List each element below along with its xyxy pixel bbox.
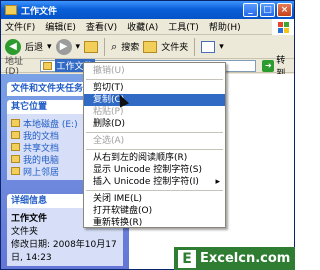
- menu-item-copy[interactable]: 复制(C): [84, 94, 225, 106]
- windows-logo-icon: [272, 19, 294, 35]
- details-modified: 修改日期: 2008年10月17日, 14:23: [11, 240, 117, 263]
- folders-button-label[interactable]: 文件夹: [161, 40, 188, 53]
- window-title: 工作文件: [21, 6, 58, 17]
- search-button-label[interactable]: 搜索: [121, 40, 139, 53]
- folder-icon: [5, 5, 17, 15]
- menu-item-delete[interactable]: 删除(D): [84, 118, 225, 130]
- menu-item-rtl[interactable]: 从右到左的阅读顺序(R): [84, 152, 225, 164]
- back-dropdown-icon[interactable]: ▾: [47, 42, 52, 52]
- forward-dropdown-icon[interactable]: ▾: [76, 42, 81, 52]
- menu-file[interactable]: 文件(F): [5, 20, 35, 33]
- up-folder-icon[interactable]: [84, 40, 99, 53]
- menu-item-paste[interactable]: 粘贴(P): [84, 106, 225, 118]
- go-arrow-icon: ➜: [262, 59, 275, 72]
- search-icon[interactable]: ⌕: [111, 40, 117, 54]
- folder-icon: [42, 61, 52, 70]
- views-icon[interactable]: [201, 40, 216, 53]
- folder-icon: [11, 143, 20, 151]
- menu-item-cut[interactable]: 剪切(T): [84, 82, 225, 94]
- menu-item-close-ime[interactable]: 关闭 IME(L): [84, 193, 225, 205]
- computer-icon: [11, 155, 20, 163]
- menu-view[interactable]: 查看(V): [86, 20, 117, 33]
- menu-edit[interactable]: 编辑(E): [45, 20, 76, 33]
- menu-separator: [86, 190, 223, 191]
- menu-bar: 文件(F) 编辑(E) 查看(V) 收藏(A) 工具(T) 帮助(H): [1, 19, 294, 35]
- folders-icon[interactable]: [143, 40, 158, 53]
- site-logo-icon: E: [178, 249, 196, 268]
- menu-separator: [86, 149, 223, 150]
- close-button[interactable]: ×: [277, 3, 292, 17]
- disk-icon: [11, 119, 20, 127]
- menu-item-insert-unicode[interactable]: 插入 Unicode 控制字符(I) ▸: [84, 176, 225, 188]
- site-watermark: E Excelcn.com: [174, 247, 295, 270]
- submenu-arrow-icon: ▸: [215, 177, 220, 187]
- folder-icon: [11, 131, 20, 139]
- back-arrow-icon[interactable]: ◀: [5, 38, 21, 55]
- menu-item-reconvert[interactable]: 重新转换(R): [84, 217, 225, 229]
- menu-item-undo[interactable]: 撤销(U): [84, 65, 225, 77]
- menu-item-soft-keyboard[interactable]: 打开软键盘(O): [84, 205, 225, 217]
- forward-arrow-icon[interactable]: ▶: [55, 38, 72, 55]
- menu-tools[interactable]: 工具(T): [168, 20, 199, 33]
- toolbar: ◀ 后退 ▾ ▶ ▾ ⌕ 搜索 文件夹 ▾: [1, 35, 294, 59]
- menu-separator: [86, 79, 223, 80]
- menu-separator: [86, 132, 223, 133]
- menu-help[interactable]: 帮助(H): [209, 20, 241, 33]
- views-dropdown-icon[interactable]: ▾: [219, 42, 224, 52]
- menu-item-show-unicode[interactable]: 显示 Unicode 控制字符(S): [84, 164, 225, 176]
- menu-item-select-all[interactable]: 全选(A): [84, 135, 225, 147]
- context-menu: 撤销(U) 剪切(T) 复制(C) 粘贴(P) 删除(D) 全选(A) 从右到左…: [83, 62, 226, 228]
- maximize-button[interactable]: □: [260, 3, 275, 17]
- site-watermark-text: Excelcn.com: [200, 251, 291, 266]
- network-icon: [11, 167, 20, 175]
- minimize-button[interactable]: _: [243, 3, 258, 17]
- title-bar: 工作文件 _ □ ×: [1, 1, 294, 19]
- back-button-label[interactable]: 后退: [25, 40, 43, 53]
- menu-favorites[interactable]: 收藏(A): [127, 20, 158, 33]
